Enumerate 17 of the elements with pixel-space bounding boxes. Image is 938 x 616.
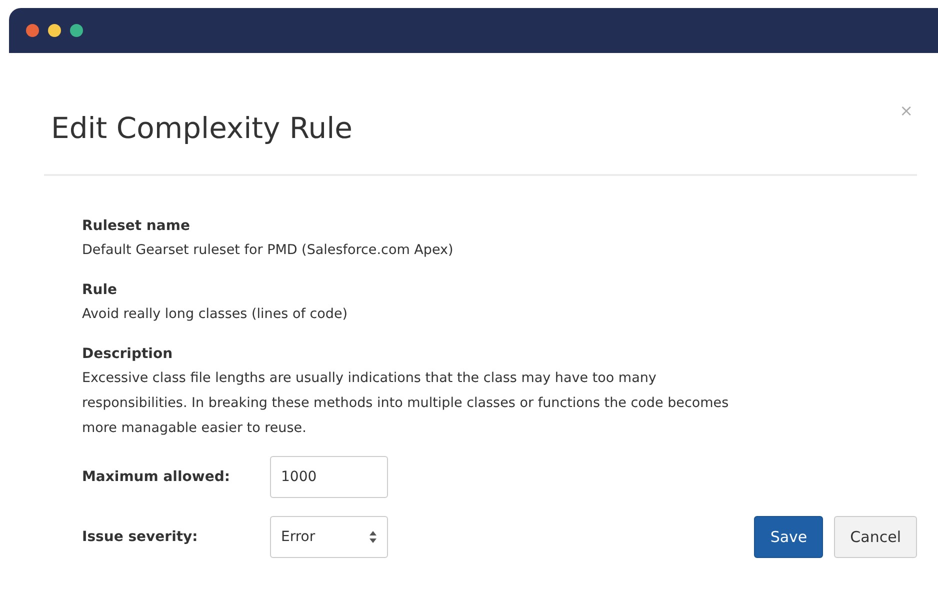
cancel-button[interactable]: Cancel bbox=[834, 516, 917, 558]
select-dropdown[interactable]: Error bbox=[270, 516, 388, 558]
detail-text: Excessive class file lengths are usually indications that the class may have too many responsibilities. In breaking these methods into multiple classes or functions the code becomes more managable easier to reuse. bbox=[82, 369, 730, 438]
field-label: Maximum allowed: bbox=[82, 469, 231, 485]
field-label: Issue severity: bbox=[82, 529, 199, 545]
save-button[interactable]: Save bbox=[754, 516, 824, 558]
input-field[interactable]: 1000 bbox=[270, 456, 388, 498]
window-control-icon[interactable] bbox=[70, 24, 83, 37]
up-down-arrows-icon bbox=[369, 530, 377, 544]
detail-label: Description bbox=[82, 345, 174, 364]
detail-text: Default Gearset ruleset for PMD (Salesforce.com Apex) bbox=[82, 241, 454, 260]
window-control-icon[interactable] bbox=[48, 24, 61, 37]
detail-text: Avoid really long classes (lines of code) bbox=[82, 305, 349, 324]
dialog-title: Edit Complexity Rule bbox=[51, 111, 353, 145]
detail-label: Ruleset name bbox=[82, 217, 191, 236]
detail-label: Rule bbox=[82, 281, 118, 300]
window-control-icon[interactable] bbox=[26, 24, 39, 37]
